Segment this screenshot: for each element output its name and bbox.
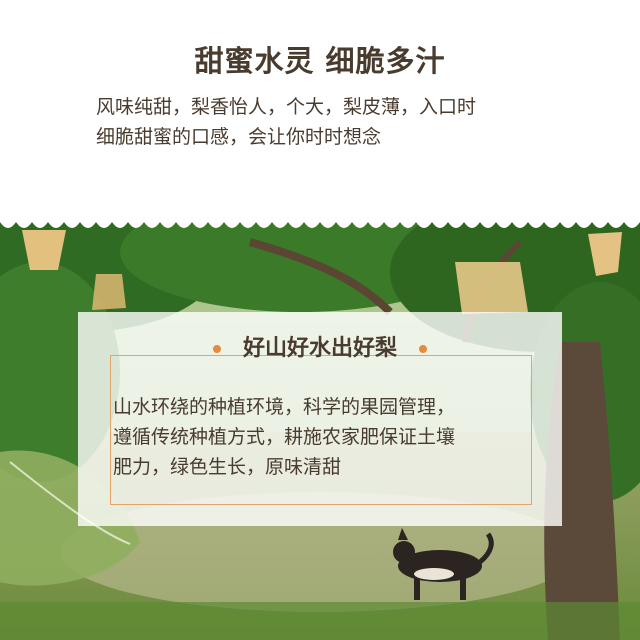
bullet-dot-icon	[212, 344, 221, 353]
card-title: 好山好水出好梨	[242, 336, 397, 361]
intro-section: 甜蜜水灵 细脆多汁 风味纯甜，梨香怡人，个大，梨皮薄，入口时 细脆甜蜜的口感，会…	[0, 0, 640, 230]
card-body: 山水环绕的种植环境，科学的果园管理， 遵循传统种植方式，耕施农家肥保证土壤 肥力…	[113, 392, 533, 482]
intro-line: 风味纯甜，梨香怡人，个大，梨皮薄，入口时	[96, 96, 477, 118]
bullet-dot-icon	[419, 344, 427, 353]
intro-description: 风味纯甜，梨香怡人，个大，梨皮薄，入口时 细脆甜蜜的口感，会让你时时想念	[96, 92, 566, 152]
scalloped-edge	[0, 212, 640, 228]
card-body-line: 肥力，绿色生长，原味清甜	[113, 456, 342, 478]
product-detail-page: 甜蜜水灵 细脆多汁 风味纯甜，梨香怡人，个大，梨皮薄，入口时 细脆甜蜜的口感，会…	[0, 0, 640, 640]
section-headline: 甜蜜水灵 细脆多汁	[194, 44, 446, 78]
card-body-line: 遵循传统种植方式，耕施农家肥保证土壤	[113, 426, 456, 448]
card-title-row: 好山好水出好梨	[0, 330, 640, 362]
card-body-line: 山水环绕的种植环境，科学的果园管理，	[113, 396, 456, 418]
intro-line: 细脆甜蜜的口感，会让你时时想念	[96, 126, 382, 148]
